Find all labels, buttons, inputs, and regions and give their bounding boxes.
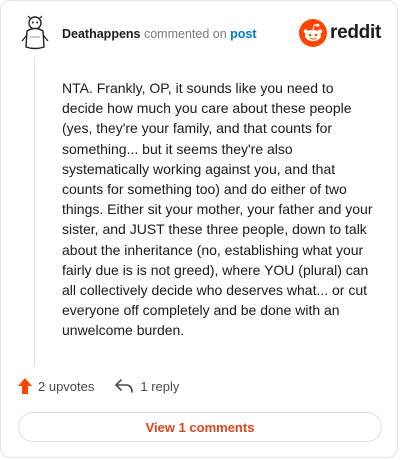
reddit-wordmark: reddit xyxy=(330,22,381,43)
reddit-brand[interactable]: reddit xyxy=(299,19,381,47)
upvote-arrow-icon xyxy=(18,378,32,394)
reply-arrow-icon xyxy=(115,379,134,393)
reply-button[interactable]: 1 reply xyxy=(114,379,179,394)
reddit-alien-icon xyxy=(299,19,328,47)
avatar[interactable] xyxy=(18,13,52,51)
upvote-button[interactable]: 2 upvotes xyxy=(18,378,94,394)
comment-header: Deathappens commented on post xyxy=(62,26,257,42)
username-link[interactable]: Deathappens xyxy=(62,27,141,41)
comment-card: Deathappens commented on post reddit NTA… xyxy=(0,0,398,458)
comment-actions: 2 upvotes 1 reply xyxy=(18,378,179,394)
post-link[interactable]: post xyxy=(230,27,256,41)
comment-body: NTA. Frankly, OP, it sounds like you nee… xyxy=(62,80,373,339)
reply-count: 1 reply xyxy=(140,378,180,394)
upvote-count: 2 upvotes xyxy=(38,378,95,394)
view-comments-button[interactable]: View 1 comments xyxy=(18,412,382,442)
thread-line xyxy=(34,59,35,366)
commented-on-text: commented on xyxy=(143,27,227,41)
